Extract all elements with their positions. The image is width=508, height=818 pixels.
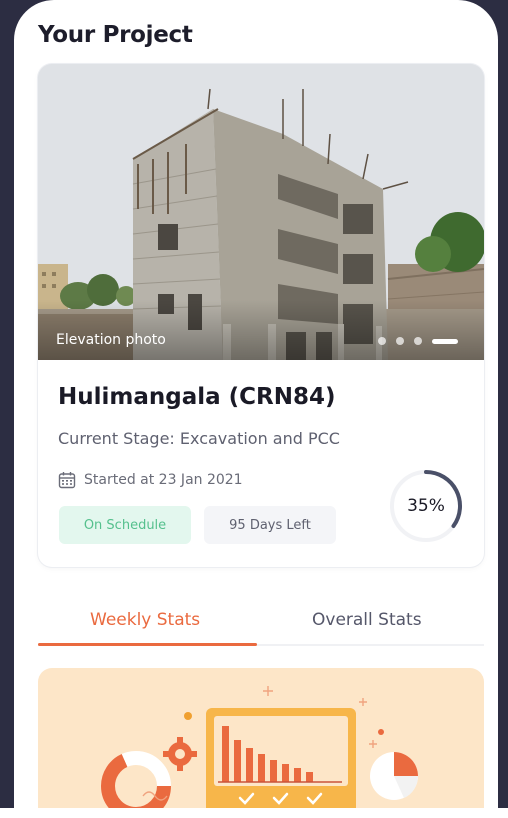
photo-label: Elevation photo: [56, 332, 166, 348]
tab-overall-stats[interactable]: Overall Stats: [312, 610, 462, 630]
stats-illustration-graphic: [101, 686, 419, 808]
carousel-dots[interactable]: [378, 337, 458, 345]
carousel-dot[interactable]: [414, 337, 422, 345]
project-stage: Current Stage: Excavation and PCC: [58, 429, 340, 448]
tab-active-indicator: [38, 643, 257, 646]
status-badge: On Schedule: [59, 506, 191, 544]
carousel-dot[interactable]: [378, 337, 386, 345]
project-card[interactable]: Elevation photo Hulimangala (CRN84) Curr…: [38, 64, 484, 567]
days-left-badge: 95 Days Left: [204, 506, 336, 544]
section-title: Your Project: [38, 22, 193, 48]
elevation-photo[interactable]: Elevation photo: [38, 64, 484, 360]
calendar-icon: [58, 472, 76, 489]
tab-weekly-stats[interactable]: Weekly Stats: [90, 610, 242, 630]
project-start-date: Started at 23 Jan 2021: [84, 472, 243, 488]
photo-shade: [38, 300, 484, 360]
screen-corner-right: [418, 0, 498, 80]
carousel-dot-active[interactable]: [432, 338, 458, 344]
project-name: Hulimangala (CRN84): [58, 384, 336, 410]
bottom-strip: [0, 808, 508, 818]
app-screen: Your Project Elevation photo Hulimangala…: [14, 0, 498, 808]
carousel-dot[interactable]: [396, 337, 404, 345]
progress-percent: 35%: [407, 496, 445, 516]
stats-illustration: [38, 668, 484, 808]
app-frame: Your Project Elevation photo Hulimangala…: [0, 0, 508, 818]
